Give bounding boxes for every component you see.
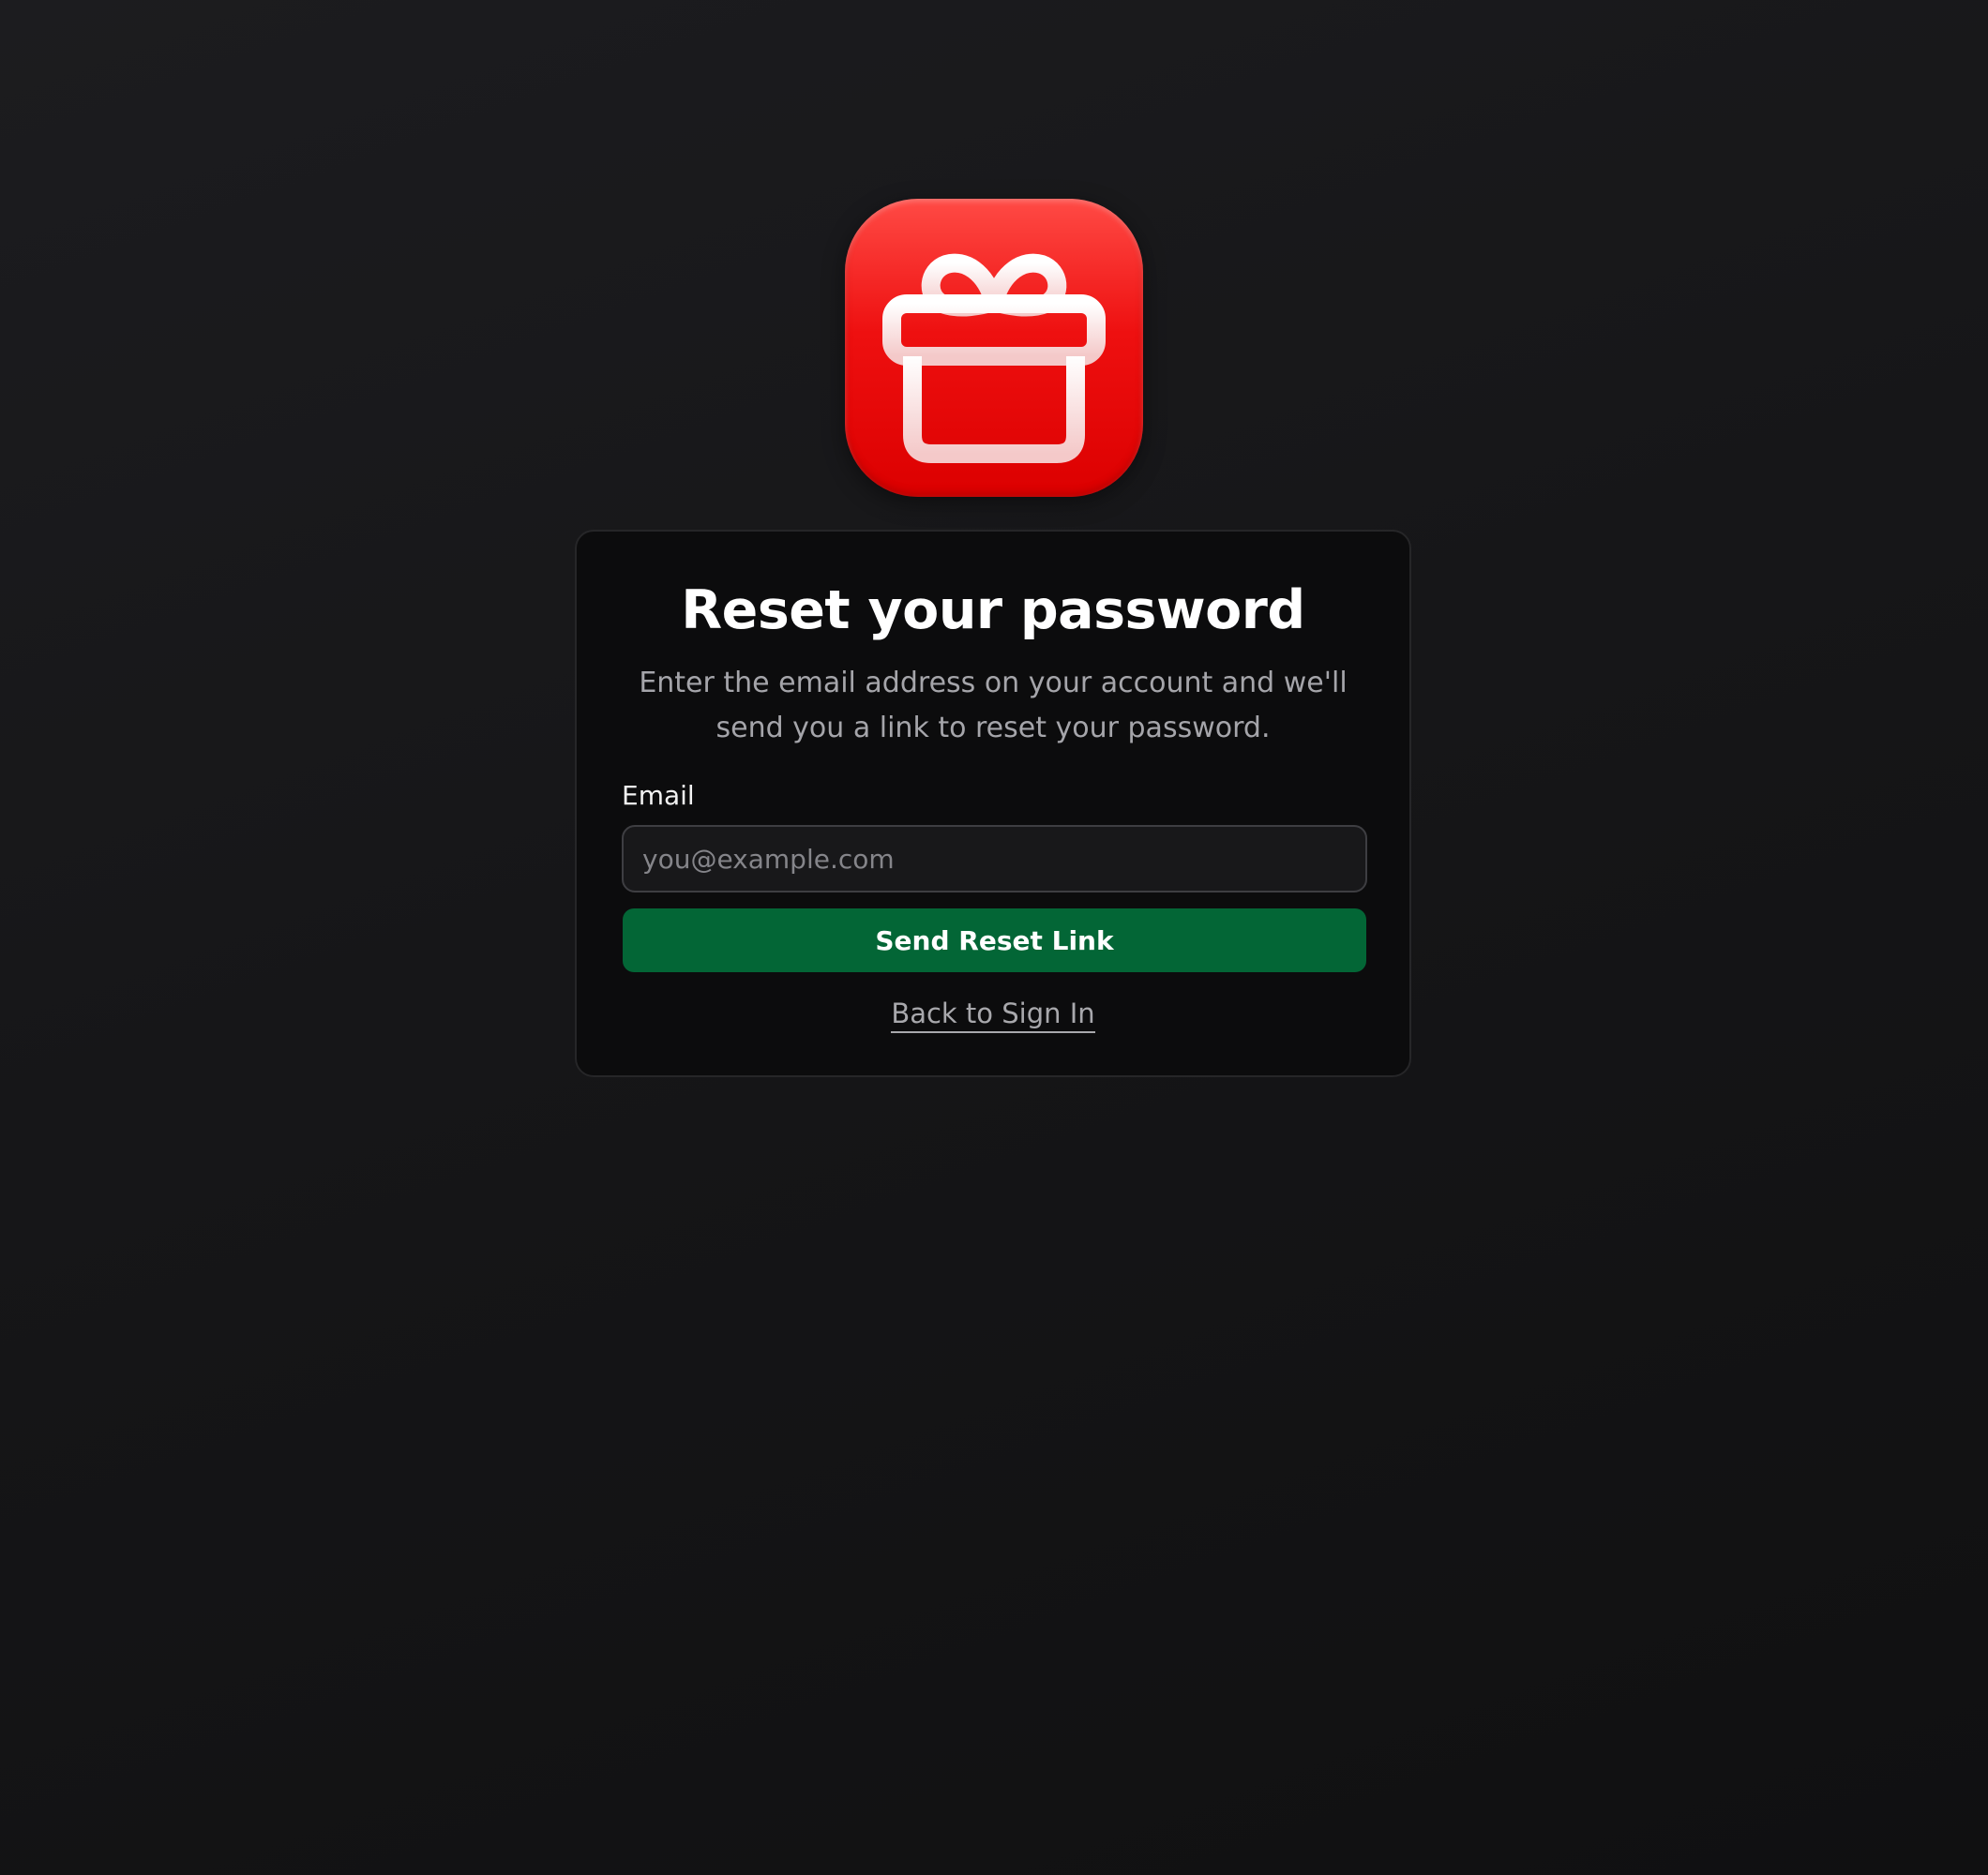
back-link-wrapper: Back to Sign In [577, 998, 1409, 1033]
email-input[interactable] [622, 825, 1367, 892]
gift-icon [882, 253, 1106, 463]
back-to-sign-in-link[interactable]: Back to Sign In [891, 998, 1095, 1033]
send-reset-link-button[interactable]: Send Reset Link [623, 908, 1366, 972]
reset-password-card: Reset your password Enter the email addr… [575, 530, 1411, 1077]
page-subtitle: Enter the email address on your account … [639, 667, 1348, 744]
app-logo [845, 199, 1143, 497]
page-title: Reset your password [681, 579, 1305, 641]
email-label: Email [622, 780, 695, 811]
